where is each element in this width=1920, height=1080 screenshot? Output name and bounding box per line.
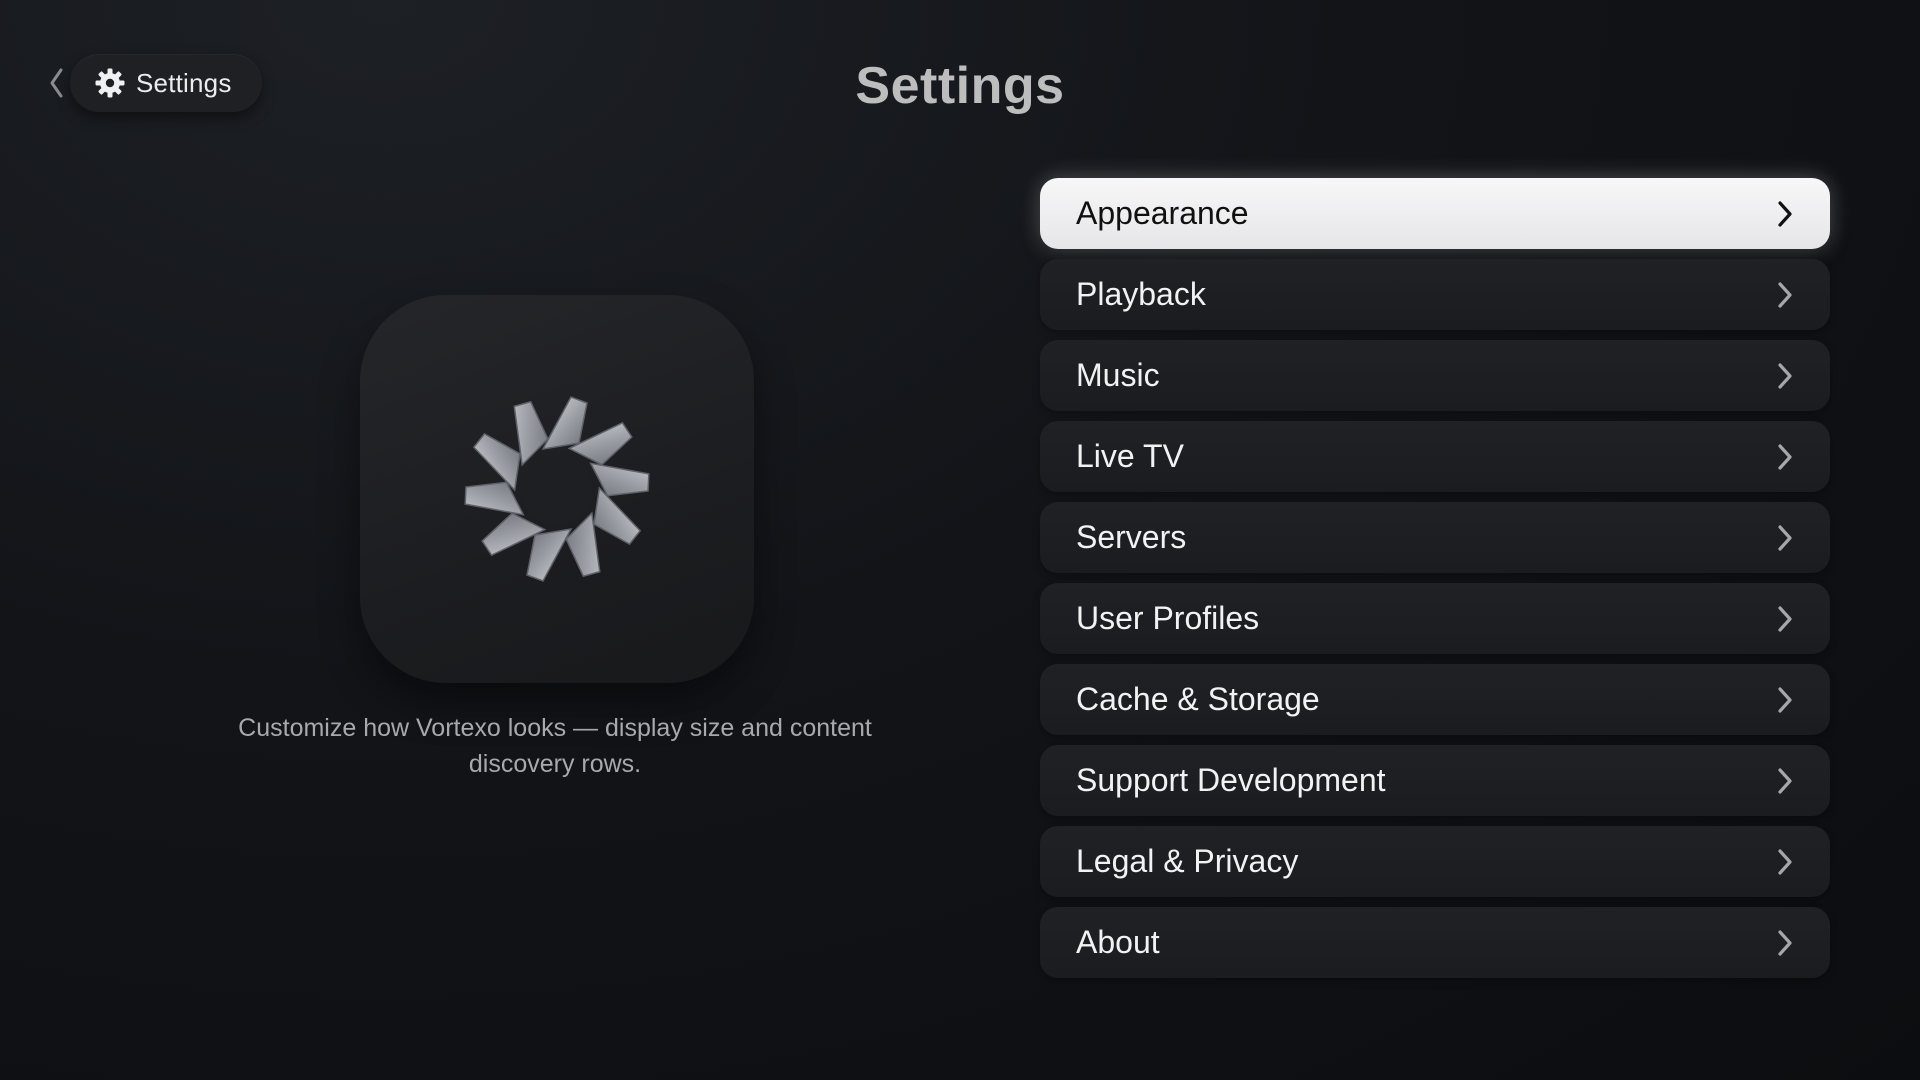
menu-item-playback[interactable]: Playback: [1040, 259, 1830, 330]
menu-item-live-tv[interactable]: Live TV: [1040, 421, 1830, 492]
aperture-logo-icon: [464, 396, 650, 582]
menu-item-label: Support Development: [1076, 762, 1386, 798]
section-description: Customize how Vortexo looks — display si…: [238, 714, 872, 778]
menu-item-servers[interactable]: Servers: [1040, 502, 1830, 573]
chevron-right-icon: [1778, 767, 1792, 794]
menu-item-appearance[interactable]: Appearance: [1040, 178, 1830, 249]
menu-item-about[interactable]: About: [1040, 907, 1830, 978]
app-icon-tile: [360, 295, 754, 683]
chevron-right-icon: [1778, 929, 1792, 956]
menu-item-label: Playback: [1076, 276, 1206, 312]
menu-item-label: Legal & Privacy: [1076, 843, 1299, 879]
page-title: Settings: [855, 57, 1065, 115]
chevron-right-icon: [1778, 443, 1792, 470]
menu-item-label: Cache & Storage: [1076, 681, 1320, 717]
menu-item-support-development[interactable]: Support Development: [1040, 745, 1830, 816]
settings-menu: Appearance Playback Music Live TV Server…: [1040, 178, 1830, 988]
chevron-right-icon: [1778, 281, 1792, 308]
chevron-right-icon: [1778, 362, 1792, 389]
menu-item-label: Appearance: [1076, 195, 1249, 231]
menu-item-cache-storage[interactable]: Cache & Storage: [1040, 664, 1830, 735]
chevron-right-icon: [1778, 848, 1792, 875]
menu-item-label: Servers: [1076, 519, 1187, 555]
menu-item-legal-privacy[interactable]: Legal & Privacy: [1040, 826, 1830, 897]
menu-item-label: Music: [1076, 357, 1160, 393]
chevron-right-icon: [1778, 524, 1792, 551]
menu-item-music[interactable]: Music: [1040, 340, 1830, 411]
chevron-right-icon: [1778, 200, 1792, 227]
menu-item-label: User Profiles: [1076, 600, 1260, 636]
menu-item-label: Live TV: [1076, 438, 1184, 474]
chevron-right-icon: [1778, 686, 1792, 713]
menu-item-label: About: [1076, 924, 1160, 960]
menu-item-user-profiles[interactable]: User Profiles: [1040, 583, 1830, 654]
chevron-right-icon: [1778, 605, 1792, 632]
